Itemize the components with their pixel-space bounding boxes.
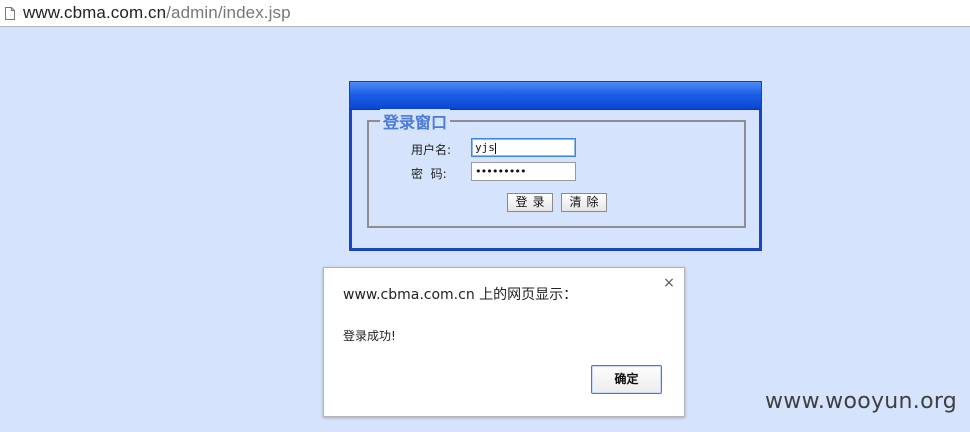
login-body: 登录窗口 用户名: yjs 密 码: ••••••••• 登录 清除 bbox=[350, 109, 761, 250]
login-legend: 登录窗口 bbox=[380, 109, 451, 133]
url-path: /admin/index.jsp bbox=[166, 3, 291, 22]
username-value: yjs bbox=[475, 141, 495, 154]
url-host: www.cbma.com.cn bbox=[23, 3, 167, 22]
ok-button[interactable]: 确定 bbox=[591, 365, 662, 394]
alert-title: www.cbma.com.cn 上的网页显示： bbox=[343, 287, 578, 303]
alert-dialog: www.cbma.com.cn 上的网页显示： × 登录成功! 确定 bbox=[323, 267, 685, 417]
login-button[interactable]: 登录 bbox=[507, 193, 553, 212]
close-icon[interactable]: × bbox=[662, 276, 676, 290]
address-bar[interactable]: www.cbma.com.cn/admin/index.jsp bbox=[0, 0, 970, 27]
clear-button[interactable]: 清除 bbox=[561, 193, 607, 212]
watermark: www.wooyun.org bbox=[765, 389, 958, 414]
alert-message: 登录成功! bbox=[343, 329, 396, 343]
login-window: 登录窗口 用户名: yjs 密 码: ••••••••• 登录 清除 bbox=[349, 81, 762, 251]
username-label: 用户名: bbox=[411, 143, 452, 157]
login-titlebar bbox=[350, 82, 761, 110]
document-icon bbox=[5, 6, 15, 20]
password-input[interactable]: ••••••••• bbox=[471, 162, 576, 181]
password-label: 密 码: bbox=[411, 167, 447, 181]
password-value: ••••••••• bbox=[475, 165, 527, 178]
login-fieldset: 登录窗口 用户名: yjs 密 码: ••••••••• 登录 清除 bbox=[367, 109, 746, 228]
username-input[interactable]: yjs bbox=[471, 138, 576, 157]
url-text[interactable]: www.cbma.com.cn/admin/index.jsp bbox=[23, 3, 291, 23]
